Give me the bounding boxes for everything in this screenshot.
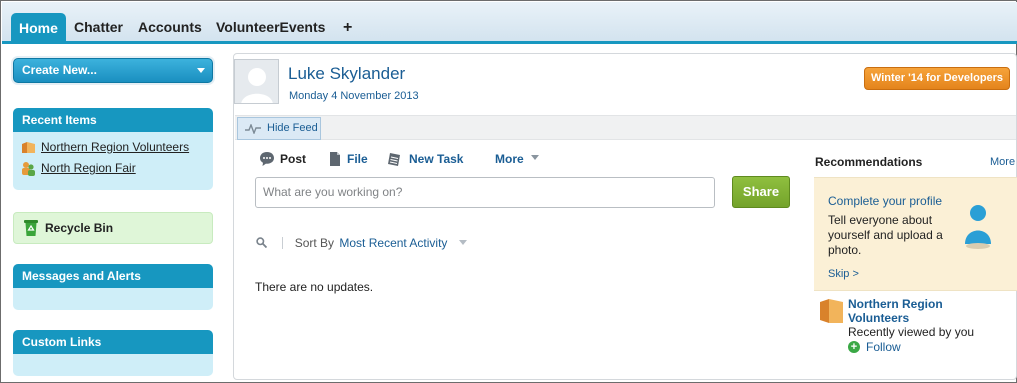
sort-by-label: Sort By bbox=[294, 236, 335, 250]
recent-item[interactable]: Northern Region Volunteers bbox=[13, 137, 213, 158]
feed-empty-message: There are no updates. bbox=[255, 280, 374, 294]
recent-item-link[interactable]: North Region Fair bbox=[41, 161, 136, 175]
chevron-down-icon[interactable] bbox=[458, 240, 467, 246]
hide-feed-label: Hide Feed bbox=[267, 122, 318, 134]
complete-profile-card: Complete your profile Tell everyone abou… bbox=[814, 177, 1017, 291]
complete-profile-link[interactable]: Complete your profile bbox=[828, 194, 942, 208]
chevron-down-icon bbox=[531, 155, 540, 160]
recommendations-more-link[interactable]: More bbox=[990, 156, 1015, 168]
tab-chatter[interactable]: Chatter bbox=[66, 14, 131, 41]
file-tab-label: File bbox=[347, 152, 368, 166]
recommended-group-subtitle: Recently viewed by you bbox=[848, 325, 975, 339]
feed-sort-row: Sort By Most Recent Activity bbox=[256, 236, 467, 252]
recent-items-title: Recent Items bbox=[13, 108, 213, 132]
folder-icon bbox=[820, 299, 843, 323]
task-icon bbox=[388, 153, 400, 166]
custom-links-title: Custom Links bbox=[13, 330, 213, 354]
avatar[interactable] bbox=[234, 59, 279, 104]
tab-volunteer-events[interactable]: VolunteerEvents bbox=[208, 14, 333, 41]
messages-alerts-title: Messages and Alerts bbox=[13, 264, 213, 288]
recent-items-panel: Recent Items Northern Region Volunteers … bbox=[13, 108, 213, 190]
person-icon bbox=[965, 205, 991, 249]
feed-pulse-icon bbox=[245, 124, 261, 134]
hide-feed-button[interactable]: Hide Feed bbox=[237, 117, 321, 140]
folder-icon bbox=[22, 142, 35, 153]
publisher-tab-new-task[interactable]: New Task bbox=[388, 152, 464, 166]
tab-accounts[interactable]: Accounts bbox=[130, 14, 210, 41]
recommendations-title: Recommendations bbox=[815, 155, 923, 169]
custom-links-panel: Custom Links bbox=[13, 330, 213, 376]
app-frame: Home Chatter Accounts VolunteerEvents + … bbox=[0, 0, 1017, 383]
complete-profile-description: Tell everyone about yourself and upload … bbox=[828, 213, 943, 257]
skip-link[interactable]: Skip > bbox=[828, 268, 859, 280]
plus-icon[interactable]: + bbox=[848, 341, 860, 353]
add-tab-button[interactable]: + bbox=[335, 14, 360, 41]
user-name[interactable]: Luke Skylander bbox=[288, 64, 405, 84]
group-icon bbox=[22, 162, 35, 176]
feed-toolbar: Hide Feed bbox=[235, 115, 1016, 140]
follow-link[interactable]: Follow bbox=[866, 340, 901, 354]
create-new-label: Create New... bbox=[22, 63, 97, 77]
post-composer-input[interactable]: What are you working on? bbox=[255, 177, 715, 208]
more-tab-label: More bbox=[495, 152, 524, 166]
release-promo-button[interactable]: Winter '14 for Developers bbox=[864, 67, 1010, 90]
sort-select[interactable]: Most Recent Activity bbox=[339, 236, 447, 250]
recycle-bin-link[interactable]: Recycle Bin bbox=[13, 212, 213, 244]
recent-item-link[interactable]: Northern Region Volunteers bbox=[41, 140, 189, 154]
recycle-bin-icon bbox=[24, 220, 38, 236]
create-new-button[interactable]: Create New... bbox=[13, 58, 213, 83]
speech-bubble-icon bbox=[260, 152, 274, 166]
messages-alerts-panel: Messages and Alerts bbox=[13, 264, 213, 310]
recent-item[interactable]: North Region Fair bbox=[13, 158, 213, 179]
search-icon[interactable] bbox=[256, 237, 268, 249]
post-tab-label: Post bbox=[280, 152, 307, 166]
user-placeholder-icon bbox=[241, 68, 273, 103]
current-date: Monday 4 November 2013 bbox=[289, 90, 419, 102]
new-task-tab-label: New Task bbox=[409, 152, 464, 166]
recommended-group: Northern Region Volunteers Recently view… bbox=[814, 297, 1017, 357]
tab-bar: Home Chatter Accounts VolunteerEvents + bbox=[2, 2, 1017, 44]
main-content: Luke Skylander Monday 4 November 2013 Wi… bbox=[233, 53, 1017, 380]
file-icon bbox=[330, 152, 340, 166]
share-button[interactable]: Share bbox=[732, 176, 790, 208]
divider bbox=[282, 237, 284, 249]
tab-home[interactable]: Home bbox=[11, 13, 66, 43]
publisher-tab-more[interactable]: More bbox=[495, 152, 540, 166]
publisher-tab-file[interactable]: File bbox=[330, 152, 368, 166]
chevron-down-icon bbox=[197, 68, 205, 73]
recycle-bin-label: Recycle Bin bbox=[45, 221, 114, 235]
recommended-group-name[interactable]: Northern Region Volunteers bbox=[848, 297, 968, 325]
publisher-tab-post[interactable]: Post bbox=[260, 152, 307, 166]
